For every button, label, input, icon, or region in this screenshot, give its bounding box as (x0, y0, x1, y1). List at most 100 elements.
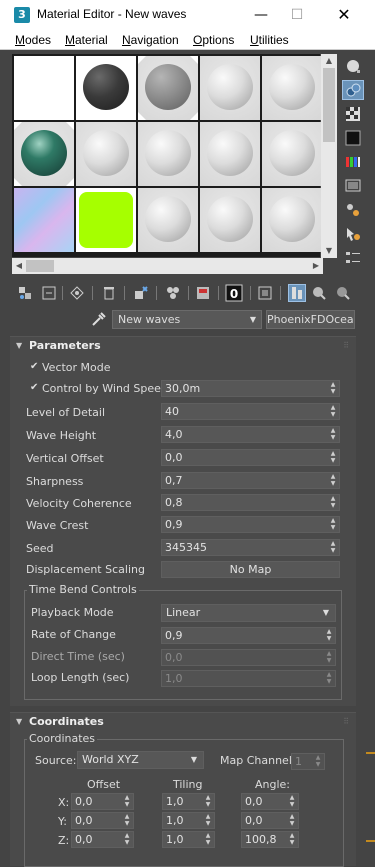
put-to-library-icon[interactable] (164, 284, 182, 302)
sample-slot[interactable] (76, 122, 136, 186)
sharpness-input[interactable]: 0,7 ▲ ▼ (161, 472, 340, 489)
go-to-parent-icon[interactable] (310, 284, 328, 302)
delete-icon[interactable] (100, 284, 118, 302)
offset-x-input[interactable]: 0,0 ▲ ▼ (71, 793, 134, 810)
spinner-icon[interactable]: ▲ ▼ (289, 832, 295, 847)
maximize-button[interactable]: ☐ (286, 5, 308, 25)
spinner-icon[interactable]: ▲ ▼ (205, 794, 211, 809)
spinner-icon[interactable]: ▲ ▼ (205, 813, 211, 828)
backlight-icon[interactable] (342, 80, 364, 100)
scroll-thumb[interactable] (323, 68, 335, 142)
scroll-right-arrow-icon[interactable]: ▶ (309, 258, 323, 274)
get-material-icon[interactable] (16, 284, 34, 302)
sample-slot[interactable] (76, 56, 136, 120)
effects-channel-zero-icon[interactable]: 0 (225, 284, 243, 302)
spinner-icon: ▲ ▼ (315, 754, 321, 768)
vector-mode-checkbox[interactable]: ✔ (30, 361, 42, 373)
offset-z-input[interactable]: 0,0 ▲ ▼ (71, 831, 134, 848)
assign-to-selection-icon[interactable] (68, 284, 86, 302)
menu-utilities[interactable]: Utilities (250, 33, 289, 47)
options-icon[interactable] (342, 200, 364, 220)
scroll-left-arrow-icon[interactable]: ◀ (12, 258, 26, 274)
sample-slot[interactable] (262, 122, 322, 186)
sample-slot[interactable] (262, 56, 322, 120)
show-shaded-material-icon[interactable] (256, 284, 274, 302)
sample-slot-ocean-texture[interactable] (14, 188, 74, 252)
displacement-map-button[interactable]: No Map (161, 561, 340, 578)
sample-slot-green[interactable] (76, 188, 136, 252)
sample-slot[interactable] (138, 56, 198, 120)
angle-y-input[interactable]: 0,0 ▲ ▼ (241, 812, 299, 829)
source-dropdown[interactable]: World XYZ ▼ (77, 751, 204, 769)
wave-crest-input[interactable]: 0,9 ▲ ▼ (161, 516, 340, 533)
spinner-icon[interactable]: ▲ ▼ (326, 628, 332, 643)
spinner-icon[interactable]: ▲ ▼ (124, 832, 130, 847)
seed-input[interactable]: 345345 ▲ ▼ (161, 539, 340, 556)
spinner-icon[interactable]: ▲ ▼ (330, 473, 336, 488)
menu-options[interactable]: Options (193, 33, 234, 47)
put-to-scene-icon[interactable] (40, 284, 58, 302)
material-type-button[interactable]: PhoenixFDOceanTex (266, 310, 355, 329)
video-color-check-icon[interactable] (342, 152, 364, 172)
material-map-navigator-icon[interactable] (342, 248, 364, 268)
spinner-icon[interactable]: ▲ ▼ (205, 832, 211, 847)
velocity-coherence-input[interactable]: 0,8 ▲ ▼ (161, 494, 340, 511)
eyedropper-icon[interactable] (90, 310, 106, 328)
playback-mode-dropdown[interactable]: Linear ▼ (161, 604, 336, 622)
control-by-wind-speed-checkbox[interactable]: ✔ (30, 382, 42, 394)
level-of-detail-input[interactable]: 40 ▲ ▼ (161, 403, 340, 420)
spinner-icon[interactable]: ▲ ▼ (289, 794, 295, 809)
spinner-icon[interactable]: ▲ ▼ (330, 450, 336, 465)
material-effects-channel-icon[interactable] (194, 284, 212, 302)
spinner-icon[interactable]: ▲ ▼ (330, 540, 336, 555)
scroll-thumb[interactable] (26, 260, 54, 272)
coordinates-rollout-header[interactable]: ▼ Coordinates ⠿ (10, 713, 356, 731)
spinner-icon[interactable]: ▲ ▼ (124, 813, 130, 828)
tiling-z-input[interactable]: 1,0 ▲ ▼ (162, 831, 215, 848)
select-by-material-icon[interactable] (342, 224, 364, 244)
spinner-icon[interactable]: ▲ ▼ (330, 495, 336, 510)
slots-horizontal-scrollbar[interactable]: ◀ ▶ (12, 258, 323, 274)
rate-of-change-input[interactable]: 0,9 ▲ ▼ (161, 627, 336, 644)
scroll-down-arrow-icon[interactable]: ▼ (321, 244, 337, 258)
sample-uv-tiling-icon[interactable] (342, 128, 364, 148)
sample-slot[interactable] (138, 188, 198, 252)
menu-modes[interactable]: Modes (15, 33, 51, 47)
wave-height-input[interactable]: 4,0 ▲ ▼ (161, 426, 340, 443)
spinner-icon[interactable]: ▲ ▼ (330, 404, 336, 419)
sample-slot[interactable] (200, 188, 260, 252)
tiling-x-input[interactable]: 1,0 ▲ ▼ (162, 793, 215, 810)
show-end-result-icon[interactable] (288, 284, 306, 302)
sample-slot[interactable] (14, 122, 74, 186)
sample-slot[interactable] (262, 188, 322, 252)
spinner-icon[interactable]: ▲ ▼ (330, 427, 336, 442)
angle-x-input[interactable]: 0,0 ▲ ▼ (241, 793, 299, 810)
angle-z-input[interactable]: 100,8 ▲ ▼ (241, 831, 299, 848)
make-unique-icon[interactable] (132, 284, 150, 302)
wind-speed-input[interactable]: 30,0m ▲ ▼ (161, 380, 340, 397)
sample-slot[interactable] (138, 122, 198, 186)
sample-type-icon[interactable] (342, 56, 364, 76)
app-icon: 3 (14, 7, 30, 23)
minimize-button[interactable]: — (250, 5, 272, 25)
spinner-icon[interactable]: ▲ ▼ (330, 517, 336, 532)
vertical-offset-input[interactable]: 0,0 ▲ ▼ (161, 449, 340, 466)
sample-slot[interactable] (14, 56, 74, 120)
scroll-up-arrow-icon[interactable]: ▲ (321, 54, 337, 68)
close-button[interactable]: ✕ (333, 5, 355, 25)
spinner-icon[interactable]: ▲ ▼ (330, 381, 336, 396)
spinner-icon[interactable]: ▲ ▼ (289, 813, 295, 828)
offset-y-input[interactable]: 0,0 ▲ ▼ (71, 812, 134, 829)
slots-vertical-scrollbar[interactable]: ▲ ▼ (321, 54, 337, 258)
go-forward-to-sibling-icon[interactable] (334, 284, 352, 302)
sample-slot[interactable] (200, 56, 260, 120)
parameters-rollout-header[interactable]: ▼ Parameters ⠿ (10, 337, 356, 355)
make-preview-icon[interactable] (342, 176, 364, 196)
menu-material[interactable]: Material (65, 33, 108, 47)
background-checker-icon[interactable] (342, 104, 364, 124)
menu-navigation[interactable]: Navigation (122, 33, 179, 47)
tiling-y-input[interactable]: 1,0 ▲ ▼ (162, 812, 215, 829)
sample-slot[interactable] (200, 122, 260, 186)
material-name-field[interactable]: New waves ▼ (112, 310, 262, 329)
spinner-icon[interactable]: ▲ ▼ (124, 794, 130, 809)
